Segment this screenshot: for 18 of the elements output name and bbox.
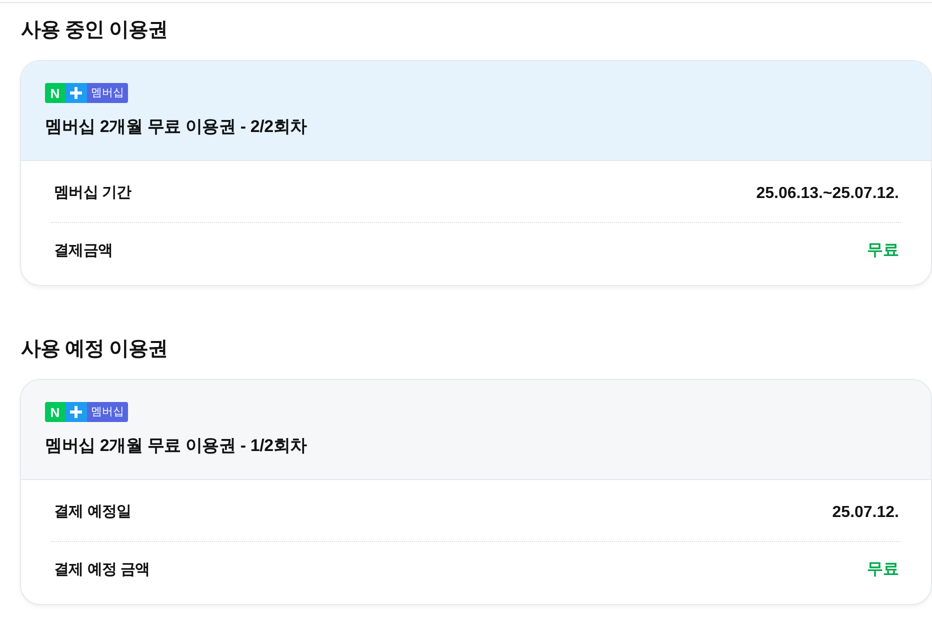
- row-value: 25.06.13.~25.07.12.: [756, 184, 899, 204]
- section-heading: 사용 중인 이용권: [21, 18, 168, 43]
- ticket-title: 멤버십 2개월 무료 이용권 - 2/2회차: [45, 116, 307, 138]
- plus-icon: [65, 83, 87, 103]
- row-value: 무료: [867, 560, 899, 580]
- plus-icon: [65, 402, 87, 422]
- section-heading: 사용 예정 이용권: [21, 337, 168, 362]
- row-label: 결제 예정 금액: [54, 560, 150, 580]
- logo-tile: N: [45, 402, 65, 422]
- row-label: 결제 예정일: [54, 502, 132, 522]
- row-label: 멤버십 기간: [54, 183, 132, 204]
- row-label: 결제금액: [54, 240, 113, 261]
- ticket-title: 멤버십 2개월 무료 이용권 - 1/2회차: [45, 435, 307, 457]
- badge-label: 멤버십: [87, 83, 128, 103]
- badge-label: 멤버십: [87, 402, 128, 422]
- logo-tile: N: [45, 83, 65, 103]
- row-value: 무료: [867, 241, 899, 261]
- row-value: 25.07.12.: [832, 502, 899, 522]
